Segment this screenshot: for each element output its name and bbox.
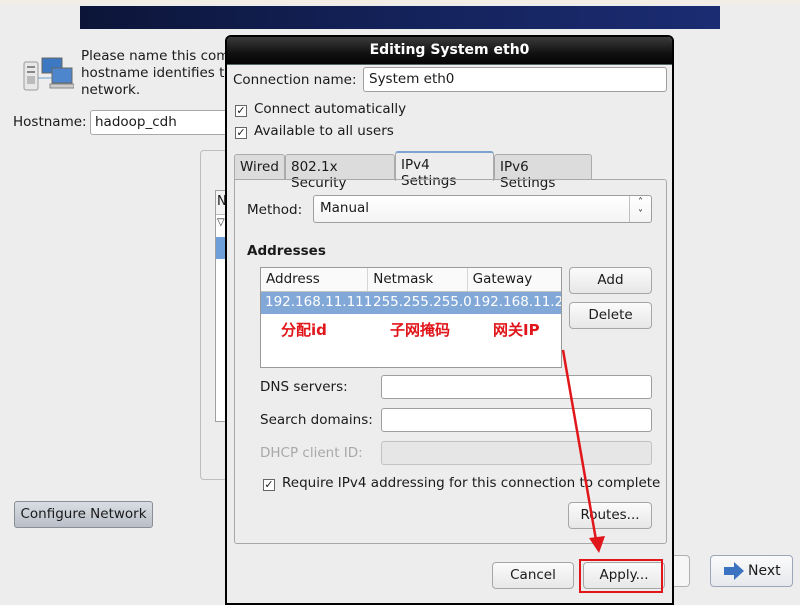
require-ipv4-checkbox[interactable]: ✓ Require IPv4 addressing for this connec… [263,475,660,491]
checkbox-icon[interactable]: ✓ [235,127,247,139]
connection-name-input[interactable]: System eth0 [363,67,667,92]
available-all-users-checkbox[interactable]: ✓ Available to all users [235,123,394,139]
updown-chevron-icon: ˄ ˅ [629,196,651,222]
editing-connection-dialog: Editing System eth0 Connection name: Sys… [225,35,674,605]
tab-wired[interactable]: Wired [234,154,285,180]
checkbox-icon[interactable]: ✓ [235,105,247,117]
delete-button[interactable]: Delete [569,302,652,329]
dhcp-client-id-label: DHCP client ID: [260,445,363,461]
addresses-heading: Addresses [247,243,326,259]
dns-servers-input[interactable] [381,375,652,399]
cell-address[interactable]: 192.168.11.111 [261,292,372,314]
search-domains-input[interactable] [381,408,652,432]
cancel-button[interactable]: Cancel [492,562,574,589]
available-all-users-label: Available to all users [254,123,394,139]
routes-button[interactable]: Routes... [568,502,652,529]
installer-banner [80,6,720,29]
method-select[interactable]: Manual ˄ ˅ [313,195,652,223]
table-header: Address Netmask Gateway [261,268,561,292]
cell-netmask[interactable]: 255.255.255.0 [369,292,472,314]
search-domains-label: Search domains: [260,412,373,428]
cell-gateway[interactable]: 192.168.11.2 [469,292,561,314]
column-header-gateway[interactable]: Gateway [468,268,561,291]
annotation-highlight-box [579,559,663,593]
intro-line: hostname identifies th [81,65,231,81]
annotation-gateway-note: 网关IP [493,321,540,339]
add-button[interactable]: Add [569,267,652,294]
connect-automatically-checkbox[interactable]: ✓ Connect automatically [235,101,406,117]
annotation-netmask-note: 子网掩码 [390,321,451,339]
dialog-title: Editing System eth0 [227,37,672,65]
network-computers-icon [23,57,74,91]
hostname-input[interactable]: hadoop_cdh [90,110,230,135]
tab-8021x-security[interactable]: 802.1x Security [285,154,395,191]
table-row[interactable]: 192.168.11.111 255.255.255.0 192.168.11.… [261,292,561,314]
top-strip [0,0,800,4]
column-header-address[interactable]: Address [261,268,369,291]
connect-automatically-label: Connect automatically [254,101,407,117]
arrow-right-icon [724,562,744,580]
hostname-label: Hostname: [13,114,87,130]
next-label: Next [748,563,781,579]
tab-ipv4-settings[interactable]: IPv4 Settings [395,151,494,189]
column-header-netmask[interactable]: Netmask [368,268,468,291]
connection-name-label: Connection name: [233,72,357,88]
addresses-table[interactable]: Address Netmask Gateway 192.168.11.111 2… [260,267,562,368]
checkbox-icon[interactable]: ✓ [263,479,275,491]
intro-line: Please name this com [81,48,230,64]
configure-network-button[interactable]: Configure Network [14,501,153,528]
method-value: Manual [320,200,370,216]
require-ipv4-label: Require IPv4 addressing for this connect… [282,475,661,491]
tab-ipv6-settings[interactable]: IPv6 Settings [494,154,592,191]
method-label: Method: [247,202,303,218]
dns-servers-label: DNS servers: [260,379,348,395]
annotation-address-note: 分配id [281,321,327,339]
dhcp-client-id-input [381,441,652,465]
intro-text: Please name this com hostname identifies… [81,48,231,99]
next-button[interactable]: Next [710,555,793,587]
intro-line: network. [81,82,141,98]
